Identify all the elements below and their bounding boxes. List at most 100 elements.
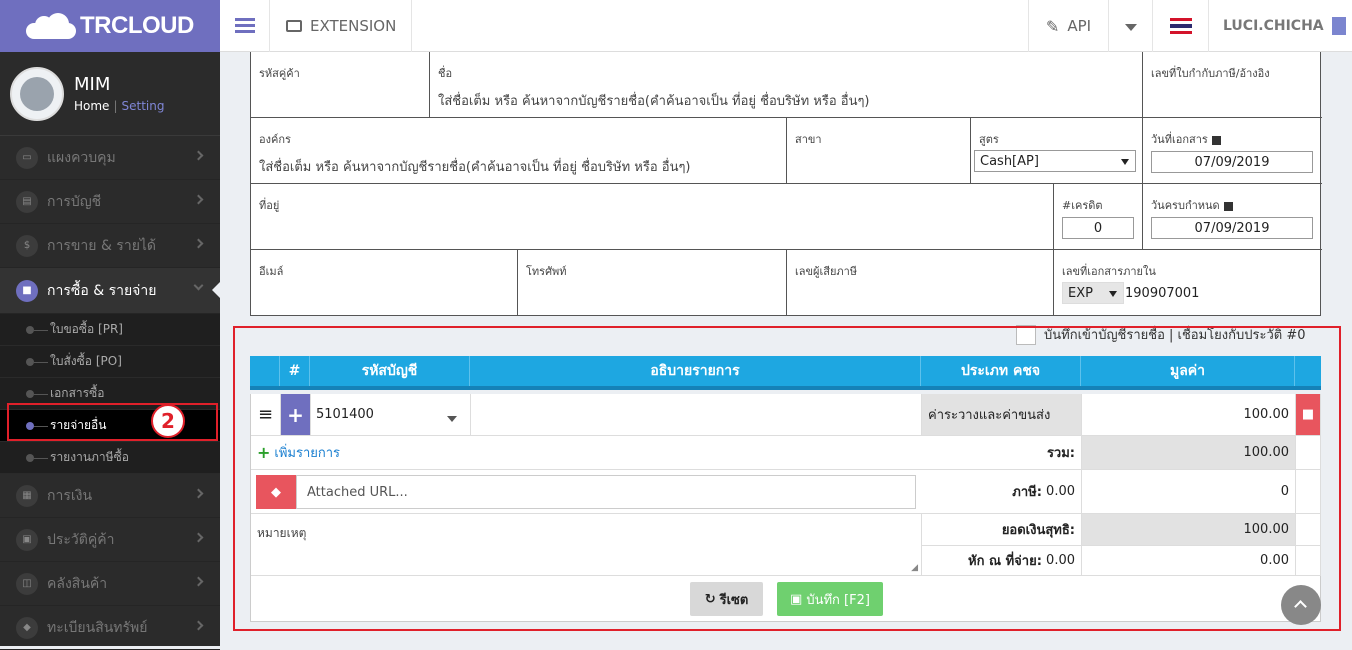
dollar-icon: $ [16, 234, 38, 257]
doc-date-cell: วันที่เอกสาร 07/09/2019 [1143, 118, 1322, 184]
extension-label: EXTENSION [310, 17, 397, 35]
chevron-right-icon [193, 238, 204, 249]
internal-doc-cell: เลขที่เอกสารภายใน EXP 190907001 [1054, 250, 1322, 316]
chevron-right-icon [193, 620, 204, 631]
logo[interactable]: TRCLOUD [0, 0, 220, 52]
customer-code-cell[interactable]: รหัสคู่ค้า [251, 52, 430, 118]
menu-item-label: การเงิน [47, 487, 93, 504]
diamond-icon: ◆ [16, 616, 38, 639]
address-label: ที่อยู่ [259, 199, 280, 212]
calendar-icon: ▦ [16, 484, 38, 507]
contact-icon: ▣ [16, 528, 38, 551]
taxid-label: เลขผู้เสียภาษี [795, 265, 858, 278]
name-input[interactable]: ใส่ชื่อเต็ม หรือ ค้นหาจากบัญชีรายชื่อ(คำ… [438, 90, 870, 111]
customer-code-label: รหัสคู่ค้า [259, 67, 300, 80]
credit-input[interactable]: 0 [1062, 217, 1134, 239]
scroll-top-button[interactable] [1281, 585, 1321, 625]
calendar-icon [1211, 135, 1221, 145]
caret-down-icon [1109, 291, 1117, 297]
submenu-item-purchase-tax[interactable]: รายงานภาษีซื้อ [0, 442, 220, 474]
submenu-item-po[interactable]: ใบสั่งซื้อ [PO] [0, 346, 220, 378]
user-panel: MIM Home | Setting [0, 52, 220, 136]
sidebar: TRCLOUD MIM Home | Setting ▭ แผงควบคุม ▤ การ… [0, 0, 220, 650]
top-bar: EXTENSION ✎ API LUCI.CHICHA [220, 0, 1352, 52]
monitor-icon [286, 20, 302, 32]
caret-down-icon [1121, 159, 1129, 165]
phone-cell[interactable]: โทรศัพท์ [518, 250, 787, 316]
chevron-right-icon [193, 488, 204, 499]
chevron-right-icon [193, 532, 204, 543]
email-label: อีเมล์ [259, 265, 284, 278]
doc-number: 190907001 [1125, 286, 1200, 301]
monitor-icon: ▭ [16, 146, 38, 169]
menu-item-assets[interactable]: ◆ ทะเบียนสินทรัพย์ [0, 606, 220, 650]
link-separator: | [113, 99, 118, 113]
thai-flag-icon [1169, 18, 1192, 34]
cart-icon: ■ [16, 279, 38, 302]
submenu-label: ใบขอซื้อ [PR] [50, 322, 123, 336]
logo-text: TRCLOUD [80, 12, 194, 39]
org-cell[interactable]: องค์กรใส่ชื่อเต็ม หรือ ค้นหาจากบัญชีรายช… [251, 118, 787, 184]
cloud-icon [26, 13, 76, 39]
menu-item-inventory[interactable]: ◫ คลังสินค้า [0, 562, 220, 606]
main-menu: ▭ แผงควบคุม ▤ การบัญชี $ การขาย & รายได้ ■ ก… [0, 136, 220, 650]
menu-item-label: คลังสินค้า [47, 575, 108, 592]
api-button[interactable]: ✎ API [1028, 0, 1108, 52]
tax-ref-label: เลขที่ใบกำกับภาษี/อ้างอิง [1151, 67, 1270, 80]
home-link[interactable]: Home [74, 99, 109, 113]
hamburger-icon[interactable] [220, 0, 270, 52]
branch-cell[interactable]: สาขา [787, 118, 971, 184]
email-cell[interactable]: อีเมล์ [251, 250, 518, 316]
api-label: API [1067, 17, 1092, 35]
step-badge: 2 [151, 404, 185, 438]
purchase-submenu: ใบขอซื้อ [PR] ใบสั่งซื้อ [PO] เอกสารซื้อ… [0, 314, 220, 474]
submenu-label: ใบสั่งซื้อ [PO] [50, 354, 122, 368]
name-label: ชื่อ [438, 67, 453, 80]
org-input[interactable]: ใส่ชื่อเต็ม หรือ ค้นหาจากบัญชีรายชื่อ(คำ… [259, 156, 691, 177]
chevron-down-icon [193, 280, 204, 291]
submenu-item-pr[interactable]: ใบขอซื้อ [PR] [0, 314, 220, 346]
address-cell[interactable]: ที่อยู่ [251, 184, 1054, 250]
calendar-icon [1223, 201, 1233, 211]
branch-label: สาขา [795, 133, 822, 146]
menu-item-accounting[interactable]: ▤ การบัญชี [0, 180, 220, 224]
menu-item-label: การบัญชี [47, 193, 102, 210]
doc-prefix-select[interactable]: EXP [1062, 282, 1124, 304]
name-cell[interactable]: ชื่อใส่ชื่อเต็ม หรือ ค้นหาจากบัญชีรายชื่… [430, 52, 1143, 118]
menu-item-label: ประวัติคู่ค้า [47, 531, 115, 548]
menu-item-finance[interactable]: ▦ การเงิน [0, 474, 220, 518]
doc-prefix-value: EXP [1068, 285, 1093, 301]
extension-button[interactable]: EXTENSION [272, 0, 412, 52]
dropdown-toggle[interactable] [1108, 0, 1152, 52]
taxid-cell[interactable]: เลขผู้เสียภาษี [787, 250, 1054, 316]
user-menu[interactable]: LUCI.CHICHA [1208, 0, 1352, 52]
formula-cell: สูตร Cash[AP] [971, 118, 1143, 184]
boxes-icon: ◫ [16, 572, 38, 595]
menu-item-sales[interactable]: $ การขาย & รายได้ [0, 224, 220, 268]
book-icon: ▤ [16, 190, 38, 213]
menu-item-label: ทะเบียนสินทรัพย์ [47, 619, 148, 636]
language-button[interactable] [1152, 0, 1208, 52]
avatar[interactable] [10, 66, 64, 121]
menu-item-label: การขาย & รายได้ [47, 237, 157, 254]
phone-label: โทรศัพท์ [526, 265, 567, 278]
caret-down-icon [1125, 24, 1137, 31]
setting-link[interactable]: Setting [121, 99, 164, 113]
credit-cell: #เครดิต 0 [1054, 184, 1143, 250]
chevron-right-icon [193, 576, 204, 587]
chevron-up-icon [1294, 600, 1307, 613]
doc-date-label: วันที่เอกสาร [1151, 133, 1208, 146]
user-name: MIM [74, 74, 111, 95]
building-icon [1331, 17, 1346, 35]
username-label: LUCI.CHICHA [1223, 18, 1324, 34]
expense-form: รหัสคู่ค้า ชื่อใส่ชื่อเต็ม หรือ ค้นหาจาก… [250, 52, 1322, 316]
org-label: องค์กร [259, 133, 291, 146]
tax-ref-cell[interactable]: เลขที่ใบกำกับภาษี/อ้างอิง [1143, 52, 1322, 118]
doc-date-input[interactable]: 07/09/2019 [1151, 151, 1313, 173]
menu-item-purchase[interactable]: ■ การซื้อ & รายจ่าย [0, 268, 220, 314]
menu-item-contacts[interactable]: ▣ ประวัติคู่ค้า [0, 518, 220, 562]
due-date-input[interactable]: 07/09/2019 [1151, 217, 1313, 239]
due-date-label: วันครบกำหนด [1151, 199, 1220, 212]
menu-item-dashboard[interactable]: ▭ แผงควบคุม [0, 136, 220, 180]
formula-select[interactable]: Cash[AP] [974, 150, 1136, 172]
